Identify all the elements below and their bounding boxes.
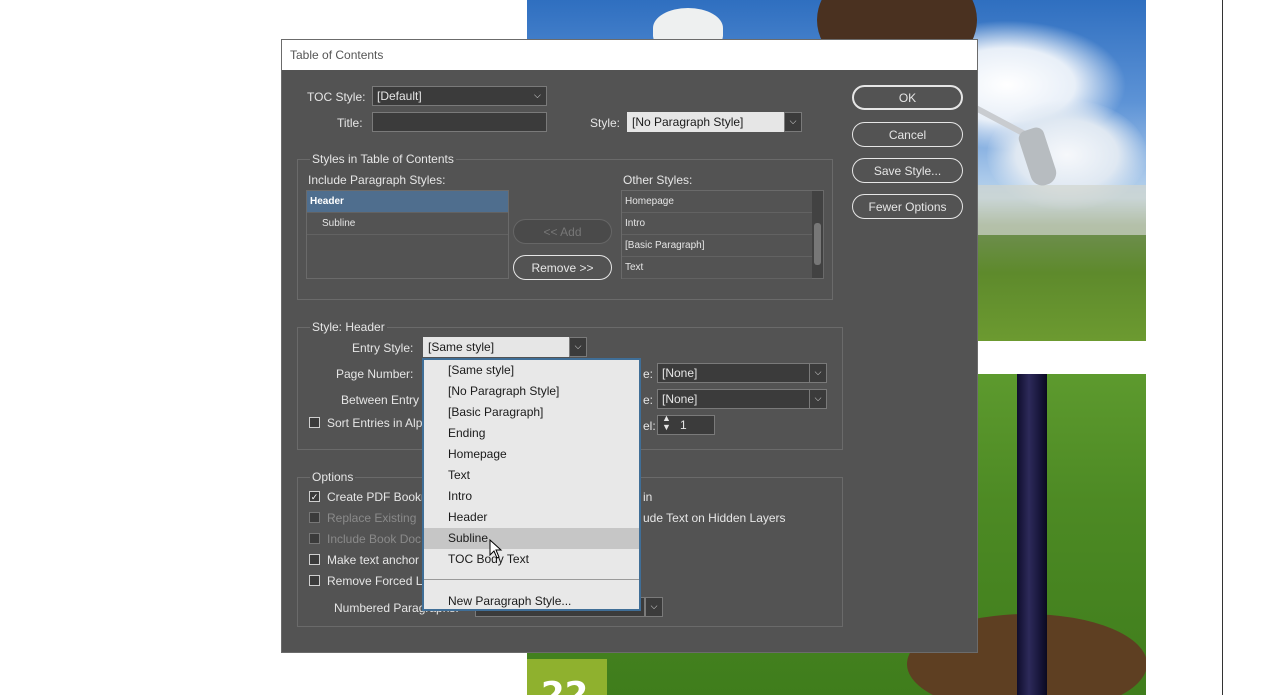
other-styles-label: Other Styles: [623, 173, 693, 187]
title-style-dropdown[interactable]: [No Paragraph Style] [627, 112, 784, 132]
between-style-value: [None] [662, 392, 698, 406]
page-number-style-value: [None] [662, 366, 698, 380]
other-styles-list[interactable]: Homepage Intro [Basic Paragraph] Text [621, 190, 824, 279]
replace-existing-label: Replace Existing [327, 511, 417, 525]
page-number: 22 [541, 675, 589, 695]
new-paragraph-style-item[interactable]: New Paragraph Style... [424, 591, 639, 612]
replace-existing-checkbox[interactable] [309, 512, 320, 523]
chevron-down-icon[interactable]: ⌵ [809, 363, 827, 383]
menu-item-hovered[interactable]: Subline [424, 528, 639, 549]
menu-item[interactable]: Homepage [424, 444, 639, 465]
create-pdf-checkbox[interactable]: ✓ [309, 491, 320, 502]
make-text-anchor-checkbox[interactable] [309, 554, 320, 565]
toc-style-value: [Default] [377, 89, 422, 103]
list-item[interactable]: [Basic Paragraph] [622, 235, 812, 257]
toc-style-label: TOC Style: [307, 90, 366, 104]
include-styles-list[interactable]: Header Subline [306, 190, 509, 279]
options-group-label: Options [310, 470, 356, 484]
sort-entries-checkbox[interactable] [309, 417, 320, 428]
page-number-style-label: e: [643, 367, 654, 381]
remove-forced-checkbox[interactable] [309, 575, 320, 586]
menu-item[interactable]: [No Paragraph Style] [424, 381, 639, 402]
toc-style-dropdown[interactable]: [Default] ⌵ [372, 86, 547, 106]
menu-item[interactable]: Ending [424, 423, 639, 444]
page-edge-line [1222, 0, 1223, 695]
chevron-down-icon: ⌵ [534, 90, 541, 100]
include-book-checkbox[interactable] [309, 533, 320, 544]
styles-group-label: Styles in Table of Contents [310, 152, 456, 166]
save-style-button[interactable]: Save Style... [852, 158, 963, 183]
page-number-box: 22 [527, 659, 607, 695]
include-styles-label: Include Paragraph Styles: [308, 173, 446, 187]
chevron-down-icon[interactable]: ⌵ [569, 337, 587, 357]
title-style-value: [No Paragraph Style] [632, 115, 744, 129]
between-style-dropdown[interactable]: [None] [657, 389, 810, 409]
level-label: el: [643, 419, 656, 433]
menu-item[interactable]: TOC Body Text [424, 549, 639, 570]
add-button[interactable]: << Add [513, 219, 612, 244]
scrollbar-thumb[interactable] [814, 223, 821, 265]
menu-separator [424, 579, 639, 580]
run-in-label: in [643, 490, 653, 504]
list-item[interactable]: Homepage [622, 191, 812, 213]
chevron-down-icon[interactable]: ⌵ [784, 112, 802, 132]
menu-item[interactable]: Intro [424, 486, 639, 507]
stepper-arrows-icon[interactable]: ▲ ▼ [662, 414, 671, 432]
page-number-style-dropdown[interactable]: [None] [657, 363, 810, 383]
between-entry-label: Between Entry [341, 393, 420, 407]
dialog-title: Table of Contents [282, 40, 977, 70]
ok-button[interactable]: OK [852, 85, 963, 110]
remove-forced-label: Remove Forced L [327, 574, 423, 588]
style-header-label: Style: Header [310, 320, 387, 334]
sort-entries-label: Sort Entries in Alp [327, 416, 423, 430]
menu-item[interactable]: [Basic Paragraph] [424, 402, 639, 423]
include-hidden-layers-label: ude Text on Hidden Layers [643, 511, 786, 525]
title-style-label: Style: [590, 116, 621, 130]
menu-item[interactable]: [Same style] [424, 360, 639, 381]
menu-item[interactable]: Header [424, 507, 639, 528]
list-item[interactable]: Text [622, 257, 812, 279]
other-styles-scrollbar[interactable] [812, 191, 823, 278]
include-book-label: Include Book Doc [327, 532, 422, 546]
remove-button[interactable]: Remove >> [513, 255, 612, 280]
list-item[interactable]: Intro [622, 213, 812, 235]
chevron-down-icon[interactable]: ⌵ [645, 597, 663, 617]
entry-style-menu[interactable]: [Same style] [No Paragraph Style] [Basic… [422, 358, 641, 611]
chevron-down-icon[interactable]: ⌵ [809, 389, 827, 409]
list-item[interactable]: Subline [307, 213, 508, 235]
make-text-anchor-label: Make text anchor [327, 553, 420, 567]
menu-item[interactable]: Text [424, 465, 639, 486]
mouse-cursor-icon [489, 539, 503, 559]
entry-style-label: Entry Style: [352, 341, 414, 355]
fewer-options-button[interactable]: Fewer Options [852, 194, 963, 219]
create-pdf-label: Create PDF Bookr [327, 490, 426, 504]
entry-style-value: [Same style] [428, 340, 495, 354]
list-item[interactable]: Header [307, 191, 508, 213]
level-value: 1 [680, 418, 687, 432]
title-label: Title: [337, 116, 363, 130]
page-number-label: Page Number: [336, 367, 414, 381]
between-style-label: e: [643, 393, 654, 407]
cancel-button[interactable]: Cancel [852, 122, 963, 147]
title-input[interactable] [372, 112, 547, 132]
entry-style-dropdown[interactable]: [Same style] [423, 337, 569, 357]
